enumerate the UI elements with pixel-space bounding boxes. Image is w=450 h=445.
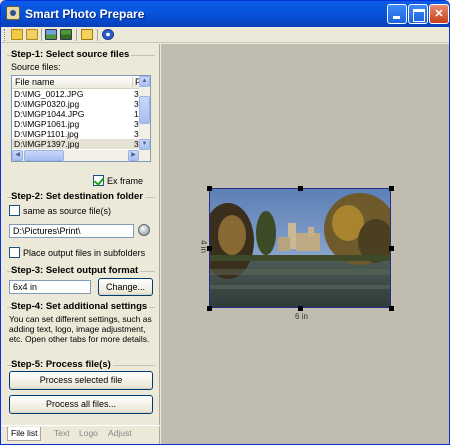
step4-description: You can set different settings, such as … bbox=[9, 314, 152, 344]
list-header: File name F bbox=[12, 76, 141, 89]
output-format-field: 6x4 in bbox=[9, 280, 91, 294]
tab-adjust[interactable]: Adjust bbox=[105, 427, 135, 441]
same-as-source-label: same as source file(s) bbox=[23, 206, 112, 216]
destination-path-input[interactable]: D:\Pictures\Print\ bbox=[9, 224, 134, 238]
ex-frame-checkbox[interactable] bbox=[93, 175, 104, 186]
settings-panel: Step-1: Select source files Source files… bbox=[1, 44, 160, 444]
column-header-file-name[interactable]: File name bbox=[15, 77, 55, 87]
scroll-left-icon[interactable]: ◀ bbox=[12, 150, 23, 161]
maximize-button[interactable] bbox=[408, 4, 428, 24]
scroll-thumb[interactable] bbox=[139, 96, 150, 124]
step4-title: Step-4: Set additional settings bbox=[11, 301, 150, 312]
list-item[interactable]: D:\IMG_0012.JPG 3 bbox=[12, 89, 140, 99]
open-file-icon[interactable] bbox=[26, 29, 38, 40]
same-as-source-checkbox[interactable] bbox=[9, 205, 20, 216]
photo-preview[interactable] bbox=[209, 188, 391, 308]
checklist-icon[interactable] bbox=[81, 29, 93, 40]
preview-panel: 4 in 6 in bbox=[161, 44, 449, 444]
list-item[interactable]: D:\IMGP0320.jpg 3 bbox=[12, 99, 140, 109]
toolbar-separator bbox=[41, 29, 42, 41]
tab-text[interactable]: Text bbox=[51, 427, 73, 441]
resize-handle[interactable] bbox=[207, 186, 212, 191]
file-name: D:\IMGP1397.jpg bbox=[14, 139, 80, 149]
scroll-right-icon[interactable]: ▶ bbox=[128, 150, 139, 161]
minimize-button[interactable] bbox=[387, 4, 407, 24]
tab-logo[interactable]: Logo bbox=[76, 427, 101, 441]
ex-frame-label: Ex frame bbox=[107, 176, 144, 186]
tab-file-list[interactable]: File list bbox=[7, 427, 42, 441]
list-item[interactable]: D:\IMGP1061.jpg 3 bbox=[12, 119, 140, 129]
browse-folder-icon[interactable] bbox=[138, 224, 150, 236]
settings-tabs: File list Text Logo Adjust bbox=[1, 425, 160, 444]
step1-title: Step-1: Select source files bbox=[11, 49, 132, 60]
window-title: Smart Photo Prepare bbox=[25, 7, 145, 21]
resize-handle[interactable] bbox=[298, 186, 303, 191]
change-button[interactable]: Change... bbox=[98, 278, 153, 296]
file-name: D:\IMGP1101.jpg bbox=[14, 129, 79, 139]
resize-handle[interactable] bbox=[389, 246, 394, 251]
height-dimension-label: 4 in bbox=[199, 240, 208, 253]
open-folder-icon[interactable] bbox=[11, 29, 23, 40]
file-name: D:\IMG_0012.JPG bbox=[14, 89, 84, 99]
file-name: D:\IMGP1044.JPG bbox=[14, 109, 85, 119]
file-name: D:\IMGP0320.jpg bbox=[14, 99, 80, 109]
save-image-icon[interactable] bbox=[60, 29, 72, 40]
step5-title: Step-5: Process file(s) bbox=[11, 359, 113, 370]
castle-photo bbox=[210, 189, 390, 307]
list-item[interactable]: D:\IMGP1101.jpg 3 bbox=[12, 129, 140, 139]
scroll-thumb[interactable] bbox=[24, 150, 64, 161]
list-item-selected[interactable]: D:\IMGP1397.jpg 3 bbox=[12, 139, 140, 149]
file-name: D:\IMGP1061.jpg bbox=[14, 119, 80, 129]
resize-handle[interactable] bbox=[389, 306, 394, 311]
list-horizontal-scrollbar[interactable]: ◀ ▶ bbox=[12, 150, 150, 161]
title-bar[interactable]: Smart Photo Prepare ✕ bbox=[1, 1, 449, 27]
list-vertical-scrollbar[interactable]: ▲ ▼ bbox=[139, 76, 150, 150]
app-window: Smart Photo Prepare ✕ Step-1: Select sou… bbox=[0, 0, 450, 445]
toolbar-separator bbox=[97, 29, 98, 41]
help-icon[interactable] bbox=[102, 29, 114, 40]
list-item[interactable]: D:\IMGP1044.JPG 1 bbox=[12, 109, 140, 119]
resize-handle[interactable] bbox=[389, 186, 394, 191]
source-files-label: Source files: bbox=[11, 62, 61, 72]
resize-handle[interactable] bbox=[207, 306, 212, 311]
step3-title: Step-3: Select output format bbox=[11, 265, 141, 276]
close-button[interactable]: ✕ bbox=[429, 4, 449, 24]
toolbar bbox=[1, 27, 449, 43]
toolbar-separator bbox=[76, 29, 77, 41]
process-all-button[interactable]: Process all files... bbox=[9, 395, 153, 414]
process-selected-button[interactable]: Process selected file bbox=[9, 371, 153, 390]
toolbar-grip[interactable] bbox=[4, 29, 6, 41]
width-dimension-label: 6 in bbox=[295, 312, 308, 321]
scroll-up-icon[interactable]: ▲ bbox=[139, 76, 150, 87]
subfolder-label: Place output files in subfolders bbox=[23, 248, 146, 258]
step2-title: Step-2: Set destination folder bbox=[11, 191, 145, 202]
resize-handle[interactable] bbox=[298, 306, 303, 311]
scroll-down-icon[interactable]: ▼ bbox=[139, 139, 150, 150]
app-camera-icon[interactable] bbox=[6, 6, 20, 20]
image-icon[interactable] bbox=[45, 29, 57, 40]
subfolder-checkbox[interactable] bbox=[9, 247, 20, 258]
source-files-list[interactable]: File name F D:\IMG_0012.JPG 3 D:\IMGP0320… bbox=[11, 75, 151, 162]
